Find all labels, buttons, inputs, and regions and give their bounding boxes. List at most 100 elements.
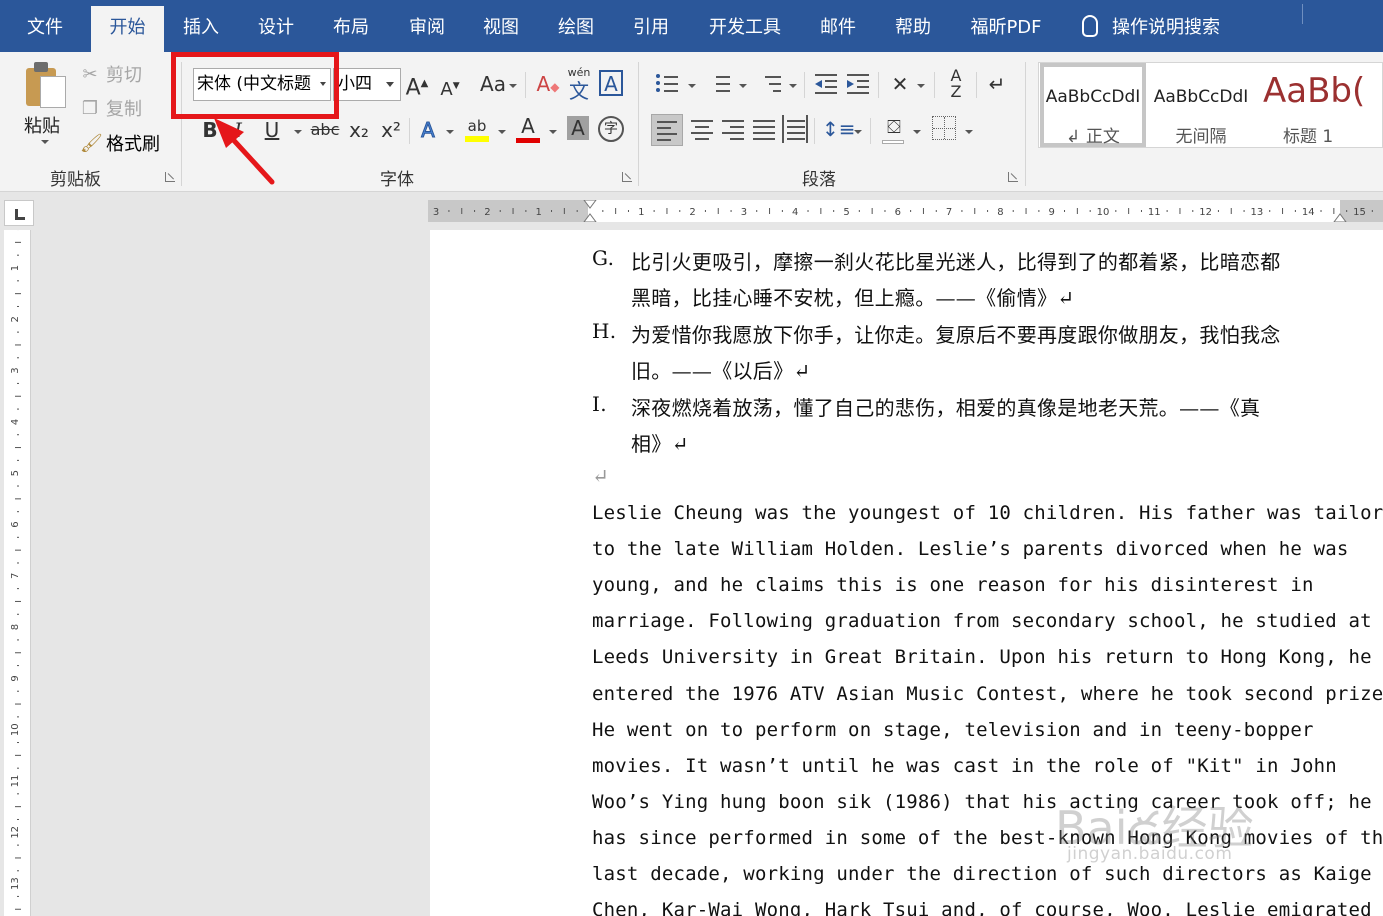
horizontal-ruler-ticks: 3 2 1 1 2 3 4 5 6 7 8 9 10 11 12 13 14 15 <box>433 200 1373 222</box>
list-marker: I. <box>592 392 607 416</box>
justify-icon[interactable] <box>751 115 777 143</box>
character-shading-button[interactable]: A <box>567 116 589 140</box>
paste-dropdown-icon[interactable] <box>41 140 49 144</box>
ruler-tick-label: 7 <box>946 207 952 218</box>
sort-icon[interactable]: AZ <box>943 68 969 100</box>
character-border-button[interactable]: A <box>599 70 623 96</box>
indent-line <box>825 86 837 88</box>
distributed-icon[interactable] <box>782 115 808 143</box>
chinese-layout-dropdown-icon[interactable] <box>917 84 925 88</box>
format-painter-button[interactable]: 🖌 格式刷 <box>80 130 160 156</box>
copy-button[interactable]: ❐ 复制 <box>80 95 142 121</box>
hanging-indent-marker[interactable] <box>583 213 597 222</box>
line-spacing-icon[interactable]: ↕≡ <box>822 115 856 143</box>
tab-review[interactable]: 审阅 <box>394 0 460 52</box>
align-center-icon[interactable] <box>689 115 715 143</box>
border-grid-line <box>933 128 955 129</box>
borders-icon[interactable] <box>932 116 956 140</box>
text-effects-button[interactable]: A <box>416 116 440 144</box>
paste-icon[interactable] <box>26 62 66 108</box>
separator <box>409 118 410 144</box>
tab-help[interactable]: 帮助 <box>880 0 946 52</box>
highlight-dropdown-icon[interactable] <box>498 130 506 134</box>
underline-dropdown-icon[interactable] <box>294 130 302 134</box>
shading-icon[interactable]: ⛋ <box>880 112 908 144</box>
tab-view[interactable]: 视图 <box>468 0 534 52</box>
align-left-icon[interactable] <box>651 114 683 146</box>
phonetic-guide-button[interactable]: wén 文 <box>567 66 591 104</box>
style-sample: AaBbCcDdI <box>1045 87 1141 107</box>
cut-button[interactable]: ✂ 剪切 <box>80 61 142 87</box>
tab-layout[interactable]: 布局 <box>318 0 384 52</box>
tab-references[interactable]: 引用 <box>618 0 684 52</box>
paragraph-launcher-icon[interactable] <box>1008 172 1018 182</box>
italic-button[interactable]: I <box>228 116 248 144</box>
align-line <box>691 120 713 122</box>
align-line <box>695 138 709 140</box>
align-right-icon[interactable] <box>720 115 746 143</box>
change-case-dropdown-icon[interactable] <box>509 84 517 88</box>
font-group-label: 字体 <box>380 170 414 190</box>
strikethrough-button[interactable]: abc <box>310 116 340 144</box>
clear-formatting-icon[interactable]: A◆ <box>535 70 561 98</box>
tab-insert[interactable]: 插入 <box>168 0 234 52</box>
clipboard-launcher-icon[interactable] <box>165 172 175 182</box>
phonetic-pinyin: wén <box>567 66 591 79</box>
show-formatting-marks-icon[interactable]: ↵ <box>984 70 1010 98</box>
bold-button[interactable]: B <box>200 116 220 144</box>
shading-color-bar <box>882 140 904 144</box>
tab-foxit-pdf[interactable]: 福昕PDF <box>958 0 1054 52</box>
horizontal-ruler[interactable]: 3 2 1 1 2 3 4 5 6 7 8 9 10 11 12 13 14 15 <box>428 200 1383 222</box>
vertical-ruler[interactable]: 1234567891011121314 <box>4 230 31 916</box>
tab-mailings[interactable]: 邮件 <box>805 0 871 52</box>
format-painter-label: 格式刷 <box>106 134 160 155</box>
first-line-indent-marker[interactable] <box>583 200 597 209</box>
text-effects-dropdown-icon[interactable] <box>446 130 454 134</box>
paste-button[interactable]: 粘贴 <box>24 112 60 138</box>
clipboard-clip <box>34 62 48 72</box>
chevron-down-icon <box>386 82 394 87</box>
right-indent-marker[interactable] <box>1333 213 1347 222</box>
bullets-icon[interactable] <box>654 70 680 98</box>
copy-icon: ❐ <box>81 97 99 119</box>
ruler-tick-label: 2 <box>689 207 695 218</box>
multilevel-dropdown-icon[interactable] <box>789 84 797 88</box>
tell-me-search[interactable]: 操作说明搜索 <box>1082 0 1220 52</box>
numbering-dropdown-icon[interactable] <box>739 84 747 88</box>
shading-dropdown-icon[interactable] <box>913 130 921 134</box>
font-launcher-icon[interactable] <box>622 172 632 182</box>
superscript-button[interactable]: x² <box>378 116 404 144</box>
change-case-button[interactable]: Aa <box>478 70 508 98</box>
font-color-dropdown-icon[interactable] <box>549 130 557 134</box>
ruler-tick-label: 2 <box>10 316 21 322</box>
style-normal[interactable]: AaBbCcDdI ↲ 正文 <box>1040 63 1146 147</box>
grow-font-button[interactable]: A▲ <box>404 70 430 100</box>
borders-dropdown-icon[interactable] <box>965 130 973 134</box>
tab-developer[interactable]: 开发工具 <box>697 0 793 52</box>
multilevel-list-icon[interactable] <box>757 70 783 98</box>
tab-design[interactable]: 设计 <box>243 0 309 52</box>
font-size-combobox[interactable]: 小四 <box>333 68 401 101</box>
style-heading-1[interactable]: AaBb( 标题 1 <box>1255 63 1382 147</box>
tab-file[interactable]: 文件 <box>10 0 80 52</box>
separator <box>934 72 935 98</box>
tab-selector-icon[interactable] <box>4 200 34 226</box>
tab-draw[interactable]: 绘图 <box>543 0 609 52</box>
style-no-spacing[interactable]: AaBbCcDdI 无间隔 <box>1148 63 1254 147</box>
line-spacing-dropdown-icon[interactable] <box>854 130 862 134</box>
chinese-layout-icon[interactable]: ✕ <box>886 70 914 98</box>
tab-home[interactable]: 开始 <box>91 6 164 52</box>
shrink-font-button[interactable]: A▼ <box>437 72 463 100</box>
enclose-characters-button[interactable]: 字 <box>598 116 624 142</box>
highlight-button[interactable]: ab <box>464 112 490 142</box>
underline-button[interactable]: U <box>262 116 282 144</box>
bullets-dropdown-icon[interactable] <box>688 84 696 88</box>
font-color-button[interactable]: A <box>516 112 540 143</box>
decrease-indent-icon[interactable] <box>813 70 839 98</box>
increase-indent-icon[interactable] <box>845 70 871 98</box>
paintbrush-icon: 🖌 <box>80 132 103 154</box>
subscript-button[interactable]: x₂ <box>346 116 372 144</box>
ruler-tick-label: 5 <box>10 470 21 476</box>
align-line <box>787 132 805 134</box>
numbering-icon[interactable] <box>706 70 732 98</box>
